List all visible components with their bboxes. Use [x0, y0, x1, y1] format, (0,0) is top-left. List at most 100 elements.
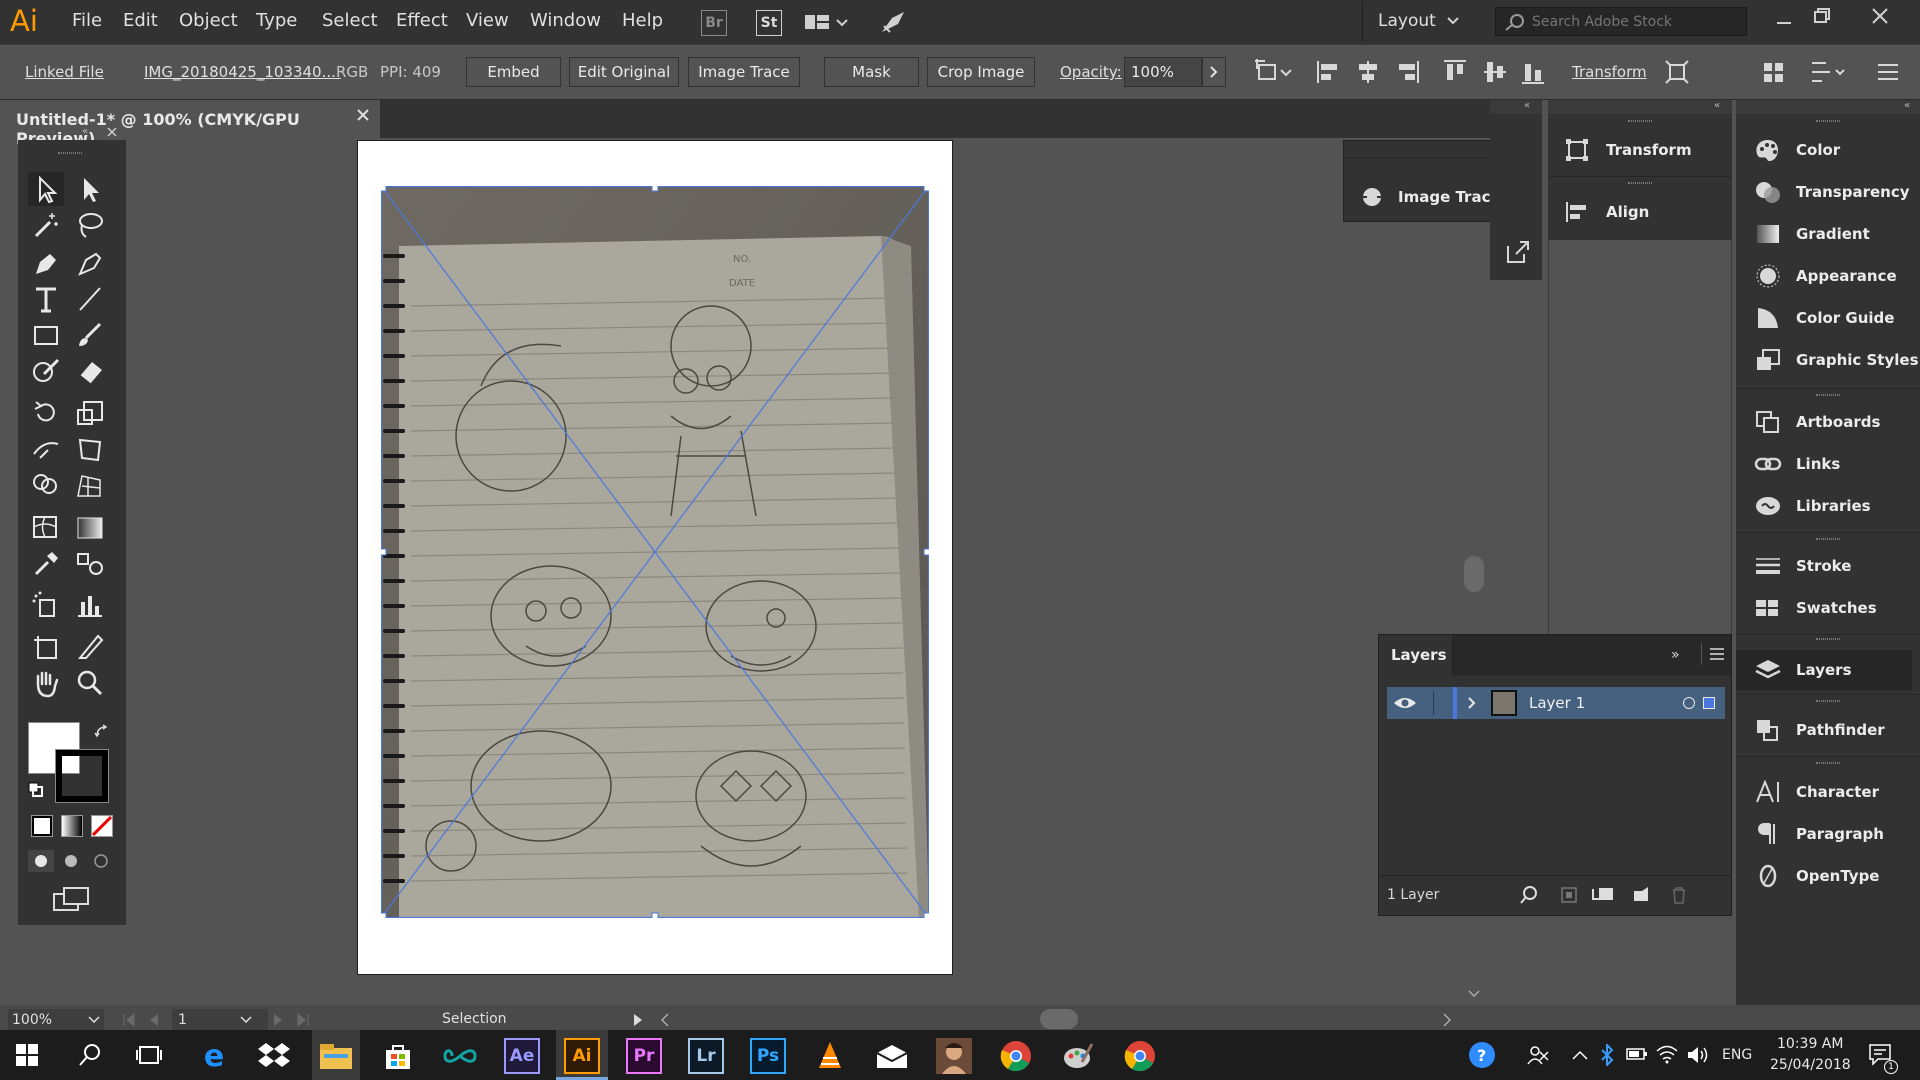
- type-tool-icon[interactable]: [28, 282, 64, 316]
- gradient-panel-button[interactable]: Gradient: [1736, 214, 1920, 254]
- bluetooth-tray-icon[interactable]: [1600, 1044, 1614, 1066]
- paint-icon[interactable]: [1060, 1038, 1096, 1074]
- transform-panel-button[interactable]: Transform: [1548, 130, 1732, 170]
- layers-panel-button[interactable]: Layers: [1736, 650, 1912, 690]
- layer-row[interactable]: Layer 1: [1387, 687, 1725, 719]
- perspective-grid-tool-icon[interactable]: [72, 468, 108, 502]
- clock-date[interactable]: 25/04/2018: [1770, 1057, 1851, 1073]
- opacity-label[interactable]: Opacity:: [1060, 63, 1122, 81]
- edge-browser-icon[interactable]: e: [196, 1038, 232, 1074]
- column-graph-tool-icon[interactable]: [72, 588, 108, 622]
- mask-button[interactable]: Mask: [824, 57, 919, 87]
- chrome-icon[interactable]: [998, 1038, 1034, 1074]
- arrange-icon[interactable]: [1762, 59, 1786, 85]
- search-adobe-stock[interactable]: [1495, 7, 1747, 36]
- hand-tool-icon[interactable]: [28, 666, 64, 700]
- gradient-mode-icon[interactable]: [61, 815, 83, 837]
- default-fill-stroke-icon[interactable]: [28, 782, 44, 798]
- illustrator-app[interactable]: Ai: [564, 1038, 600, 1074]
- gpu-performance-icon[interactable]: [878, 8, 908, 36]
- stroke-color-swatch[interactable]: [55, 749, 109, 803]
- clock-time[interactable]: 10:39 AM: [1777, 1036, 1843, 1052]
- none-mode-icon[interactable]: [91, 815, 113, 837]
- target-circle-icon[interactable]: [1683, 697, 1695, 709]
- image-trace-panel-button[interactable]: Image Trace: [1344, 177, 1501, 217]
- stroke-panel-button[interactable]: Stroke: [1736, 546, 1920, 586]
- wifi-tray-icon[interactable]: [1656, 1044, 1678, 1064]
- direct-selection-tool-icon[interactable]: [72, 172, 108, 206]
- placed-sketch-image[interactable]: NO. DATE: [381, 186, 929, 918]
- scale-tool-icon[interactable]: [72, 396, 108, 430]
- restore-window-icon[interactable]: [1812, 6, 1832, 26]
- menu-effect[interactable]: Effect: [396, 10, 448, 31]
- appearance-panel-button[interactable]: Appearance: [1736, 256, 1920, 296]
- mail-icon[interactable]: [874, 1038, 910, 1074]
- make-clipping-mask-icon[interactable]: [1559, 885, 1579, 905]
- menu-select[interactable]: Select: [322, 10, 378, 31]
- external-link-icon[interactable]: [1504, 238, 1532, 266]
- scroll-down-icon[interactable]: [1468, 990, 1480, 998]
- image-trace-button[interactable]: Image Trace: [688, 57, 800, 87]
- color-guide-panel-button[interactable]: Color Guide: [1736, 298, 1920, 338]
- free-transform-tool-icon[interactable]: [72, 432, 108, 466]
- collapse-column-icon[interactable]: «: [1524, 100, 1530, 111]
- selection-tool-icon[interactable]: [28, 172, 64, 206]
- dropbox-icon[interactable]: [256, 1038, 292, 1074]
- rotate-tool-icon[interactable]: [28, 396, 64, 430]
- visibility-eye-icon[interactable]: [1393, 695, 1417, 711]
- battery-tray-icon[interactable]: [1626, 1047, 1648, 1061]
- transform-link[interactable]: Transform: [1572, 63, 1647, 81]
- expand-layer-chevron-icon[interactable]: [1467, 696, 1477, 710]
- chrome-secondary-icon[interactable]: [1122, 1038, 1158, 1074]
- arduino-icon[interactable]: [442, 1038, 478, 1074]
- help-tray-icon[interactable]: ?: [1468, 1041, 1496, 1069]
- blend-tool-icon[interactable]: [72, 546, 108, 580]
- menu-window[interactable]: Window: [530, 10, 601, 31]
- input-language[interactable]: ENG: [1722, 1047, 1752, 1063]
- artboards-panel-button[interactable]: Artboards: [1736, 402, 1920, 442]
- align-panel-button[interactable]: Align: [1548, 192, 1732, 232]
- tools-close-icon[interactable]: [106, 126, 118, 138]
- lasso-tool-icon[interactable]: [72, 208, 108, 242]
- transparency-panel-button[interactable]: Transparency: [1736, 172, 1920, 212]
- layers-expand-icon[interactable]: »: [1671, 647, 1680, 663]
- eraser-tool-icon[interactable]: [72, 354, 108, 388]
- file-explorer-icon[interactable]: [318, 1038, 354, 1074]
- arrange-documents-icon[interactable]: [804, 12, 850, 34]
- layers-panel-tab[interactable]: Layers: [1379, 635, 1453, 675]
- screen-mode-icon[interactable]: [52, 886, 92, 912]
- align-vertical-center-icon[interactable]: [1482, 59, 1508, 85]
- opacity-field[interactable]: 100%: [1124, 57, 1202, 87]
- bridge-button[interactable]: Br: [701, 10, 727, 36]
- vlc-icon[interactable]: [812, 1038, 848, 1074]
- menu-type[interactable]: Type: [256, 10, 297, 31]
- stock-button[interactable]: St: [756, 10, 782, 36]
- delete-layer-icon[interactable]: [1669, 885, 1689, 905]
- collapse-middle-column-icon[interactable]: «: [1714, 100, 1720, 111]
- last-artboard-icon[interactable]: [296, 1013, 310, 1027]
- draw-behind-icon[interactable]: [58, 850, 84, 872]
- task-view-icon[interactable]: [136, 1043, 162, 1067]
- swap-fill-stroke-icon[interactable]: [94, 724, 110, 740]
- linked-file-name[interactable]: IMG_20180425_103340....: [144, 63, 341, 81]
- graphic-styles-panel-button[interactable]: Graphic Styles: [1736, 340, 1920, 380]
- artboard-number-dropdown[interactable]: 1: [172, 1009, 268, 1031]
- workspace-switcher[interactable]: Layout: [1378, 11, 1436, 31]
- align-bottom-icon[interactable]: [1520, 59, 1546, 85]
- quick-actions-icon[interactable]: [1808, 59, 1848, 85]
- selection-square-icon[interactable]: [1703, 697, 1715, 709]
- line-segment-tool-icon[interactable]: [72, 282, 108, 316]
- zoom-tool-icon[interactable]: [72, 666, 108, 700]
- taskbar-search-icon[interactable]: [78, 1043, 102, 1067]
- linked-file-link[interactable]: Linked File: [25, 63, 104, 81]
- previous-artboard-icon[interactable]: [148, 1013, 160, 1027]
- magic-wand-tool-icon[interactable]: [28, 208, 64, 242]
- pen-tool-icon[interactable]: [28, 246, 64, 280]
- embed-button[interactable]: Embed: [466, 57, 561, 87]
- align-horizontal-center-icon[interactable]: [1356, 59, 1380, 85]
- shape-builder-tool-icon[interactable]: [28, 468, 64, 502]
- scroll-right-icon[interactable]: [1442, 1013, 1452, 1027]
- gradient-tool-icon[interactable]: [72, 510, 108, 544]
- mesh-tool-icon[interactable]: [28, 510, 64, 544]
- pathfinder-panel-button[interactable]: Pathfinder: [1736, 710, 1920, 750]
